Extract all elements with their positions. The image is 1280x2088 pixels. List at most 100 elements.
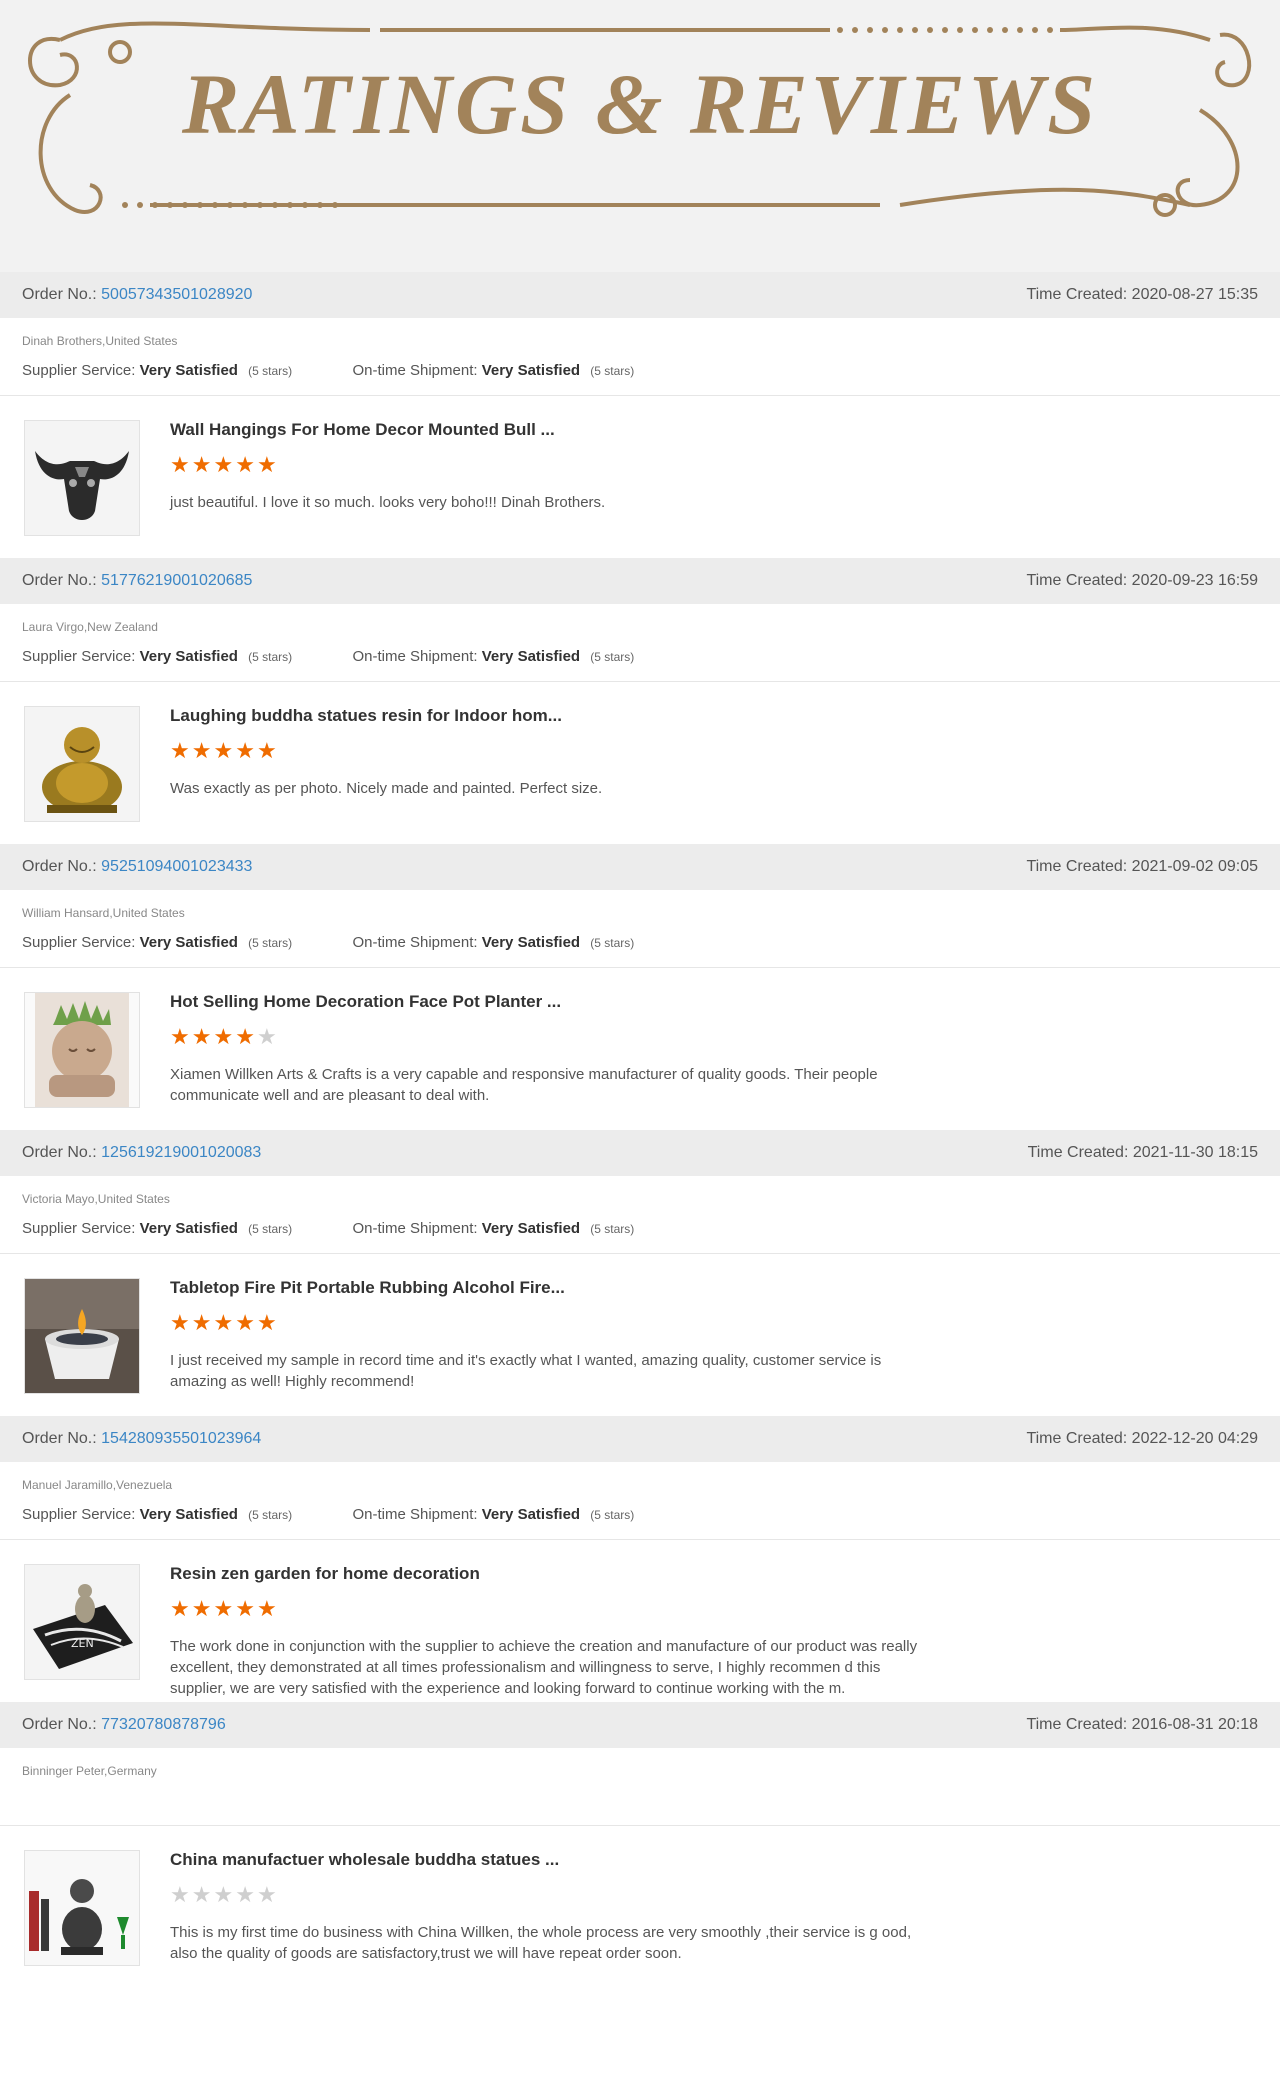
laughing-buddha-image[interactable] xyxy=(24,706,140,822)
ontime-shipment-value: Very Satisfied xyxy=(481,648,581,665)
star-filled-icon: ★ xyxy=(256,738,279,763)
order-number-group: Order No.: 51776219001020685 xyxy=(22,572,252,590)
review-body: ZEN Resin zen garden for home decoration… xyxy=(0,1540,1280,1700)
star-filled-icon: ★ xyxy=(256,1310,279,1335)
star-filled-icon: ★ xyxy=(170,1024,192,1049)
review-body: Laughing buddha statues resin for Indoor… xyxy=(0,682,1280,842)
review-comment: just beautiful. I love it so much. looks… xyxy=(170,494,606,511)
review-card: Order No.: 50057343501028920 Time Create… xyxy=(0,272,1280,558)
review-comment: Xiamen Willken Arts & Crafts is a very c… xyxy=(170,1066,878,1104)
time-created-label: Time Created: xyxy=(1026,572,1128,589)
review-body: Wall Hangings For Home Decor Mounted Bul… xyxy=(0,396,1280,556)
ontime-shipment-value: Very Satisfied xyxy=(481,1506,581,1523)
face-planter-image[interactable] xyxy=(24,992,140,1108)
buddha-statue-image[interactable] xyxy=(24,1850,140,1966)
ontime-shipment-label: On-time Shipment: xyxy=(352,1506,478,1523)
order-number-link[interactable]: 154280935501023964 xyxy=(101,1430,261,1447)
star-filled-icon: ★ xyxy=(256,1596,279,1621)
supplier-service-stars: (5 stars) xyxy=(248,1508,293,1522)
time-created-label: Time Created: xyxy=(1027,1144,1129,1161)
review-card: Order No.: 154280935501023964 Time Creat… xyxy=(0,1416,1280,1702)
zen-garden-image[interactable]: ZEN xyxy=(24,1564,140,1680)
review-card: Order No.: 95251094001023433 Time Create… xyxy=(0,844,1280,1130)
product-title-link[interactable]: Resin zen garden for home decoration xyxy=(170,1564,480,1584)
service-ratings: Supplier Service: Very Satisfied (5 star… xyxy=(22,934,1258,951)
product-title-link[interactable]: Hot Selling Home Decoration Face Pot Pla… xyxy=(170,992,561,1012)
star-filled-icon: ★ xyxy=(235,738,257,763)
star-rating: ★★★★★ xyxy=(170,1310,279,1336)
star-filled-icon: ★ xyxy=(235,452,257,477)
svg-text:ZEN: ZEN xyxy=(71,1637,94,1650)
fire-pit-image[interactable] xyxy=(24,1278,140,1394)
order-number-link[interactable]: 77320780878796 xyxy=(101,1716,226,1733)
review-meta: Binninger Peter,Germany xyxy=(0,1748,1280,1826)
time-created-label: Time Created: xyxy=(1026,286,1128,303)
star-rating: ★★★★★ xyxy=(170,1024,279,1050)
review-meta: Dinah Brothers,United States Supplier Se… xyxy=(0,318,1280,396)
order-no-label: Order No.: xyxy=(22,572,97,589)
star-filled-icon: ★ xyxy=(256,452,279,477)
time-created-value: 2016-08-31 20:18 xyxy=(1131,1716,1258,1733)
star-filled-icon: ★ xyxy=(191,452,214,477)
time-created-group: Time Created: 2021-11-30 18:15 xyxy=(1028,1144,1258,1162)
review-card: Order No.: 77320780878796 Time Created: … xyxy=(0,1702,1280,2026)
supplier-service-label: Supplier Service: xyxy=(22,1220,136,1237)
star-filled-icon: ★ xyxy=(235,1310,257,1335)
buyer-name: William Hansard,United States xyxy=(22,906,185,920)
review-card: Order No.: 51776219001020685 Time Create… xyxy=(0,558,1280,844)
service-ratings: Supplier Service: Very Satisfied (5 star… xyxy=(22,1220,1258,1237)
product-title-link[interactable]: Tabletop Fire Pit Portable Rubbing Alcoh… xyxy=(170,1278,565,1298)
buyer-name: Dinah Brothers,United States xyxy=(22,334,178,348)
product-title-link[interactable]: China manufactuer wholesale buddha statu… xyxy=(170,1850,559,1870)
ontime-shipment-label: On-time Shipment: xyxy=(352,934,478,951)
buyer-name: Binninger Peter,Germany xyxy=(22,1764,157,1778)
review-meta: Laura Virgo,New Zealand Supplier Service… xyxy=(0,604,1280,682)
supplier-service-label: Supplier Service: xyxy=(22,648,136,665)
supplier-service-stars: (5 stars) xyxy=(248,936,293,950)
star-filled-icon: ★ xyxy=(170,452,192,477)
product-title-link[interactable]: Wall Hangings For Home Decor Mounted Bul… xyxy=(170,420,555,440)
supplier-service-stars: (5 stars) xyxy=(248,1222,293,1236)
review-card: Order No.: 125619219001020083 Time Creat… xyxy=(0,1130,1280,1416)
star-filled-icon: ★ xyxy=(191,1024,214,1049)
order-no-label: Order No.: xyxy=(22,286,97,303)
star-filled-icon: ★ xyxy=(213,1310,236,1335)
star-empty-icon: ★ xyxy=(256,1024,279,1049)
star-empty-icon: ★ xyxy=(235,1882,257,1907)
ontime-shipment-stars: (5 stars) xyxy=(590,936,635,950)
order-number-link[interactable]: 51776219001020685 xyxy=(101,572,252,589)
star-filled-icon: ★ xyxy=(170,1310,192,1335)
star-filled-icon: ★ xyxy=(191,1310,214,1335)
ontime-shipment-value: Very Satisfied xyxy=(481,934,581,951)
time-created-group: Time Created: 2020-09-23 16:59 xyxy=(1026,572,1258,590)
time-created-group: Time Created: 2016-08-31 20:18 xyxy=(1026,1716,1258,1734)
ontime-shipment-label: On-time Shipment: xyxy=(352,648,478,665)
review-body: China manufactuer wholesale buddha statu… xyxy=(0,1826,1280,1986)
order-bar: Order No.: 51776219001020685 Time Create… xyxy=(0,558,1280,604)
product-title-link[interactable]: Laughing buddha statues resin for Indoor… xyxy=(170,706,562,726)
review-meta: William Hansard,United States Supplier S… xyxy=(0,890,1280,968)
star-rating: ★★★★★ xyxy=(170,1882,279,1908)
order-number-link[interactable]: 125619219001020083 xyxy=(101,1144,261,1161)
order-number-link[interactable]: 50057343501028920 xyxy=(101,286,252,303)
supplier-service-value: Very Satisfied xyxy=(139,362,238,379)
bull-skull-image[interactable] xyxy=(24,420,140,536)
review-meta: Victoria Mayo,United States Supplier Ser… xyxy=(0,1176,1280,1254)
star-empty-icon: ★ xyxy=(256,1882,279,1907)
time-created-group: Time Created: 2021-09-02 09:05 xyxy=(1026,858,1258,876)
ratings-banner: RATINGS & REVIEWS xyxy=(0,0,1280,272)
star-empty-icon: ★ xyxy=(170,1882,192,1907)
order-no-label: Order No.: xyxy=(22,858,97,875)
order-bar: Order No.: 77320780878796 Time Created: … xyxy=(0,1702,1280,1748)
time-created-label: Time Created: xyxy=(1026,1716,1128,1733)
order-no-label: Order No.: xyxy=(22,1430,97,1447)
service-ratings: Supplier Service: Very Satisfied (5 star… xyxy=(22,362,1258,379)
order-number-link[interactable]: 95251094001023433 xyxy=(101,858,252,875)
review-comment: The work done in conjunction with the su… xyxy=(170,1638,918,1697)
order-number-group: Order No.: 154280935501023964 xyxy=(22,1430,261,1448)
star-filled-icon: ★ xyxy=(213,452,236,477)
order-no-label: Order No.: xyxy=(22,1144,97,1161)
review-comment: This is my first time do business with C… xyxy=(170,1924,912,1962)
time-created-value: 2022-12-20 04:29 xyxy=(1131,1430,1258,1447)
supplier-service-label: Supplier Service: xyxy=(22,362,136,379)
